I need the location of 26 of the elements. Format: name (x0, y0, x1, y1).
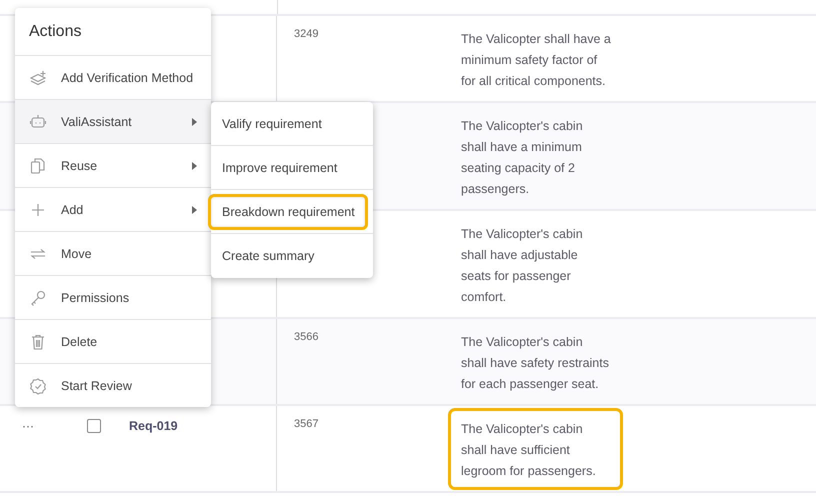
description-cell: The Valicopter's cabin shall have sufficient legroom for passengers. (448, 408, 623, 490)
layers-plus-icon (29, 68, 47, 86)
submenu-item[interactable]: Improve requirement (208, 150, 350, 186)
menu-item[interactable]: Start Review (15, 364, 211, 407)
description-cell-text: The Valicopter shall have a minimum safety factor of for all critical components. (460, 31, 612, 90)
description-cell-text: The Valicopter's cabin shall have adjustable seats for passenger comfort. (460, 226, 584, 306)
badge-check-icon (29, 376, 47, 394)
more-actions-button[interactable]: ··· (22, 419, 38, 433)
robot-icon (29, 112, 47, 130)
number-cell: 3249 (294, 28, 318, 40)
menu-title: Actions (29, 22, 82, 40)
description-cell-text: The Valicopter's cabin shall have a minimum seating capacity of 2 passengers. (460, 118, 584, 198)
row-checkbox[interactable] (87, 419, 101, 433)
trash-icon (29, 332, 47, 350)
submenu-item[interactable]: Breakdown requirement (208, 194, 368, 230)
requirement-id: Req-019 (129, 419, 178, 433)
copy-icon (29, 156, 47, 174)
menu-item[interactable]: Permissions (15, 276, 211, 320)
key-icon (29, 288, 47, 306)
description-cell-text: The Valicopter's cabin shall have safety restraints for each passenger seat. (460, 334, 610, 393)
submenu-item[interactable]: Create summary (208, 238, 328, 274)
number-cell: 3566 (294, 331, 318, 343)
number-cell: 3567 (294, 418, 318, 430)
menu-item[interactable]: Delete (15, 320, 211, 364)
menu-item[interactable]: ValiAssistant (15, 100, 211, 144)
submenu-item[interactable]: Valify requirement (208, 106, 335, 142)
